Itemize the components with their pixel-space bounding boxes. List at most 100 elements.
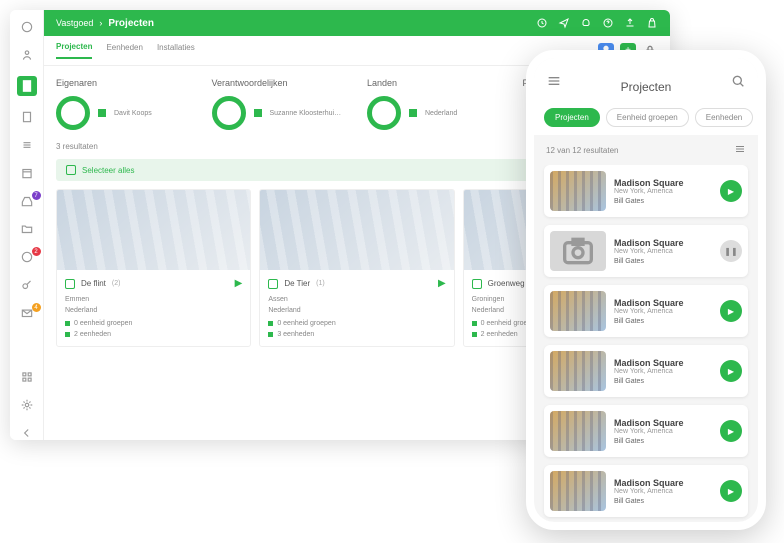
list-thumb — [550, 351, 606, 391]
donut-chart — [367, 96, 401, 130]
list-thumb — [550, 471, 606, 511]
play-icon[interactable]: ▶ — [438, 278, 446, 289]
chip-groepen[interactable]: Eenheid groepen — [606, 108, 689, 127]
breadcrumb: Vastgoed › Projecten — [56, 18, 154, 29]
list-thumb — [550, 411, 606, 451]
card-title: De Tier — [284, 279, 310, 288]
sidebar-home-icon[interactable] — [20, 20, 34, 34]
card-groups: 0 eenheid groepen — [277, 320, 335, 327]
legend-label: Nederland — [425, 110, 457, 117]
donut-chart — [212, 96, 246, 130]
select-all-checkbox[interactable] — [66, 165, 76, 175]
phone-title: Projecten — [562, 80, 730, 94]
card-checkbox[interactable] — [472, 279, 482, 289]
card-checkbox[interactable] — [65, 279, 75, 289]
sidebar-grid-icon[interactable] — [20, 370, 34, 384]
chip-projecten[interactable]: Projecten — [544, 108, 600, 127]
list-action-button[interactable]: ❚❚ — [720, 240, 742, 262]
meta-dot-icon — [472, 332, 477, 337]
list-item[interactable]: Madison SquareNew York, AmericaBill Gate… — [544, 405, 748, 457]
list-item[interactable]: Madison SquareNew York, America Bill Gate… — [544, 285, 748, 337]
card-city: Emmen — [65, 295, 242, 306]
list-action-button[interactable]: ▶ — [720, 360, 742, 382]
chip-eenheden[interactable]: Eenheden — [695, 108, 753, 127]
stat-title: Landen — [367, 78, 503, 88]
card-checkbox[interactable] — [268, 279, 278, 289]
list-thumb — [550, 171, 606, 211]
card-count: (2) — [112, 280, 121, 287]
list-action-button[interactable]: ▶ — [720, 180, 742, 202]
list-title: Madison Square — [614, 418, 712, 428]
sidebar-doc-icon[interactable] — [20, 110, 34, 124]
phone-notch — [601, 58, 691, 74]
list-owner: Bill Gates — [614, 498, 712, 505]
sidebar: 7 2 4 — [10, 10, 44, 440]
list-thumb — [550, 291, 606, 331]
export-icon[interactable] — [624, 17, 636, 29]
card-count: (1) — [316, 280, 325, 287]
phone-mockup: Projecten Projecten Eenheid groepen Eenh… — [526, 50, 766, 530]
list-title: Madison Square — [614, 478, 712, 488]
card-image — [260, 190, 453, 270]
list-action-button[interactable]: ▶ — [720, 420, 742, 442]
legend-color — [254, 109, 262, 117]
phone-results-count: 12 van 12 resultaten — [546, 146, 619, 155]
tab-projecten[interactable]: Projecten — [56, 42, 92, 59]
list-item[interactable]: Madison SquareNew York, AmericaBill Gate… — [544, 165, 748, 217]
meta-dot-icon — [268, 321, 273, 326]
sidebar-building-icon[interactable] — [17, 76, 37, 96]
sidebar-user-icon[interactable] — [20, 48, 34, 62]
project-card[interactable]: De flint(2)▶ Emmen Nederland 0 eenheid g… — [56, 189, 251, 347]
sidebar-list-icon[interactable] — [20, 138, 34, 152]
send-icon[interactable] — [558, 17, 570, 29]
list-action-button[interactable]: ▶ — [720, 300, 742, 322]
card-country: Nederland — [268, 306, 445, 317]
list-title: Madison Square — [614, 298, 712, 308]
sidebar-gear-icon[interactable] — [20, 398, 34, 412]
list-text: Madison SquareNew York, AmericaBill Gate… — [614, 238, 712, 265]
help-icon[interactable] — [602, 17, 614, 29]
list-text: Madison SquareNew York, AmericaBill Gate… — [614, 418, 712, 445]
list-view-icon[interactable] — [734, 143, 746, 157]
sidebar-folder-icon[interactable] — [20, 222, 34, 236]
play-icon[interactable]: ▶ — [235, 278, 243, 289]
tab-eenheden[interactable]: Eenheden — [106, 43, 142, 58]
search-icon[interactable] — [730, 73, 746, 94]
phone-list[interactable]: Madison SquareNew York, AmericaBill Gate… — [534, 165, 758, 522]
bell-icon[interactable] — [580, 17, 592, 29]
card-city: Assen — [268, 295, 445, 306]
list-sub: New York, America — [614, 248, 712, 255]
stat-title: Eigenaren — [56, 78, 192, 88]
sidebar-key-icon[interactable] — [20, 278, 34, 292]
list-action-button[interactable]: ▶ — [720, 480, 742, 502]
sidebar-inbox-icon[interactable]: 7 — [20, 194, 34, 208]
legend-label: Davit Koops — [114, 110, 152, 117]
chips-row: Projecten Eenheid groepen Eenheden Insta… — [534, 100, 758, 135]
list-item[interactable]: Madison SquareNew York, AmericaBill Gate… — [544, 345, 748, 397]
list-text: Madison SquareNew York, AmericaBill Gate… — [614, 478, 712, 505]
list-sub: New York, America — [614, 428, 712, 435]
list-item[interactable]: Madison SquareNew York, AmericaBill Gate… — [544, 225, 748, 277]
breadcrumb-parent[interactable]: Vastgoed — [56, 18, 93, 28]
badge: 2 — [32, 247, 41, 256]
list-sub: New York, America — [614, 308, 712, 315]
select-all-label: Selecteer alles — [82, 166, 134, 175]
stat-eigenaren: Eigenaren Davit Koops — [56, 78, 192, 130]
sidebar-calendar-icon[interactable] — [20, 166, 34, 180]
legend-color — [98, 109, 106, 117]
donut-chart — [56, 96, 90, 130]
badge: 7 — [32, 191, 41, 200]
sidebar-collapse-icon[interactable] — [20, 426, 34, 440]
list-item[interactable]: Madison SquareNew York, AmericaBill Gate… — [544, 465, 748, 517]
tab-installaties[interactable]: Installaties — [157, 43, 195, 58]
sidebar-mail-icon[interactable]: 4 — [20, 306, 34, 320]
list-title: Madison Square — [614, 238, 712, 248]
stat-verantwoordelijken: Verantwoordelijken Suzanne Kloosterhui… — [212, 78, 348, 130]
sidebar-alert-icon[interactable]: 2 — [20, 250, 34, 264]
project-card[interactable]: De Tier (1) ▶ Assen Nederland 0 eenheid gr… — [259, 189, 454, 347]
breadcrumb-current: Projecten — [108, 18, 154, 29]
bag-icon[interactable] — [646, 17, 658, 29]
list-owner: Bill Gates — [614, 318, 712, 325]
history-icon[interactable] — [536, 17, 548, 29]
hamburger-icon[interactable] — [546, 73, 562, 94]
